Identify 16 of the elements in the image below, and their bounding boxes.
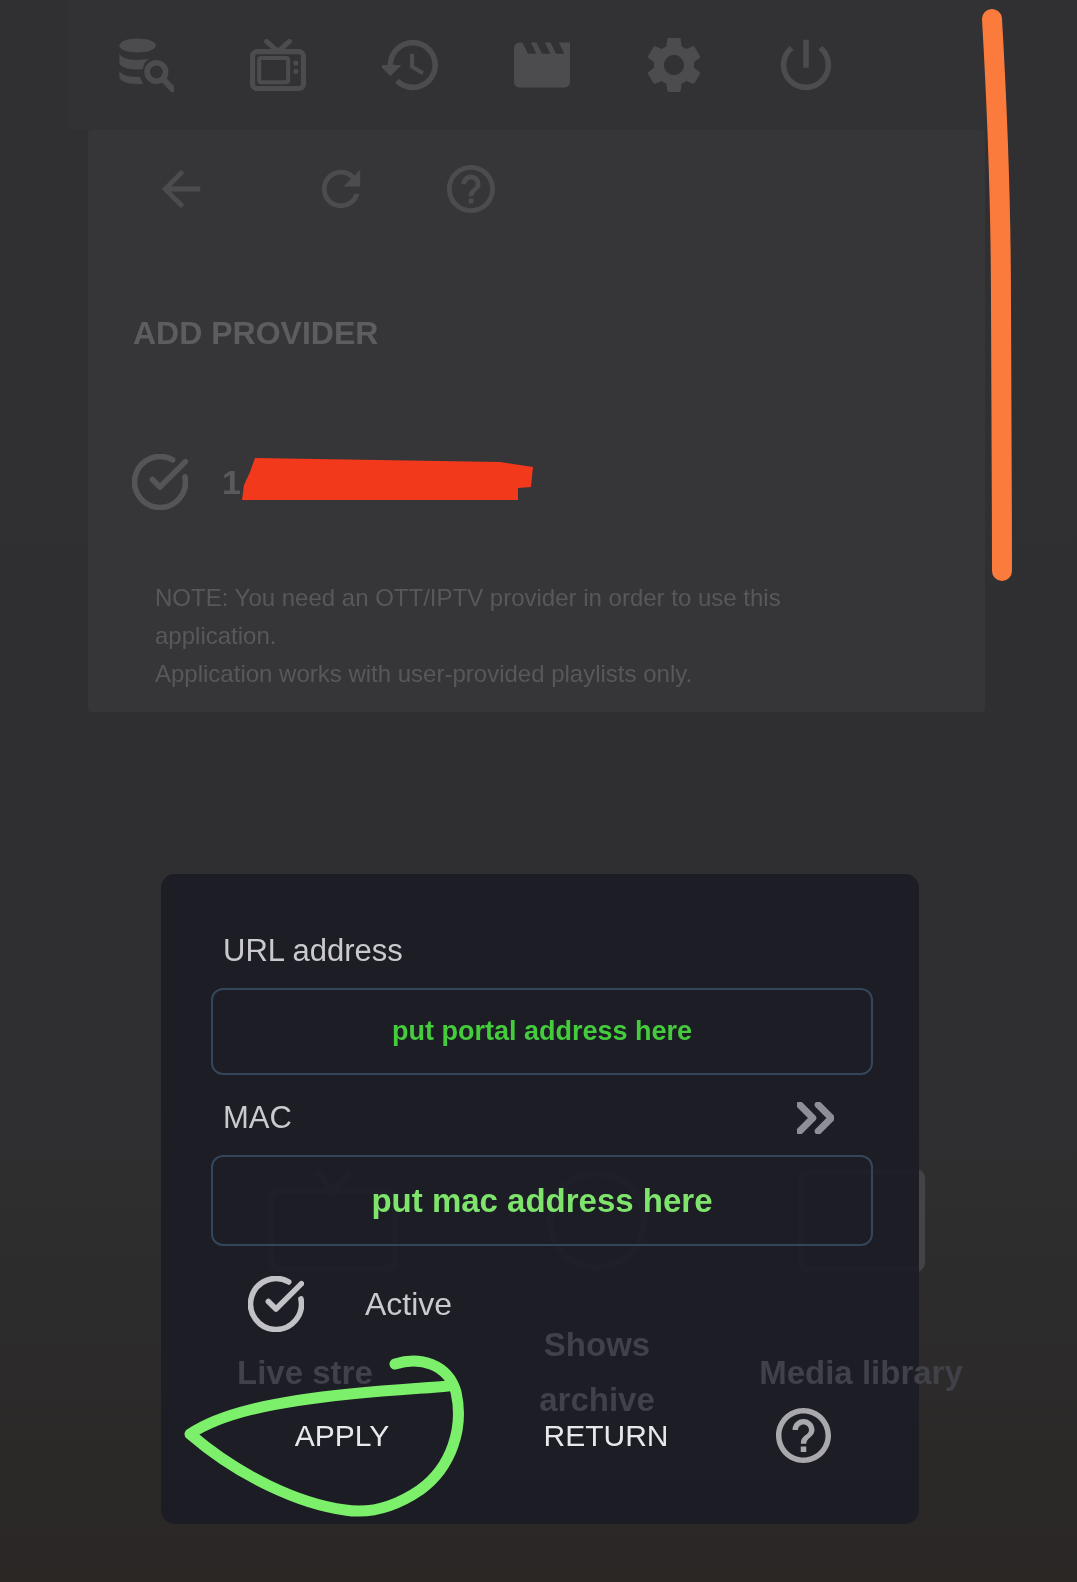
double-chevron-icon[interactable] <box>797 1102 834 1134</box>
tv-icon[interactable] <box>250 37 306 93</box>
active-toggle[interactable]: Active <box>248 1276 453 1332</box>
help-icon <box>775 1407 831 1463</box>
help-button[interactable] <box>775 1407 831 1463</box>
dialog-button[interactable]: APPLY <box>267 1403 417 1467</box>
power-icon[interactable] <box>778 37 834 93</box>
database-search-icon[interactable] <box>118 37 174 93</box>
dialog-button[interactable]: RETURN <box>516 1403 696 1467</box>
help-icon[interactable] <box>447 165 495 213</box>
text-field[interactable]: put mac address here <box>211 1155 873 1246</box>
field-label: MAC <box>223 1099 292 1137</box>
text-field[interactable]: put portal address here <box>211 988 873 1075</box>
field-label: URL address <box>223 932 403 970</box>
history-icon[interactable] <box>382 37 438 93</box>
settings-icon[interactable] <box>646 37 702 93</box>
